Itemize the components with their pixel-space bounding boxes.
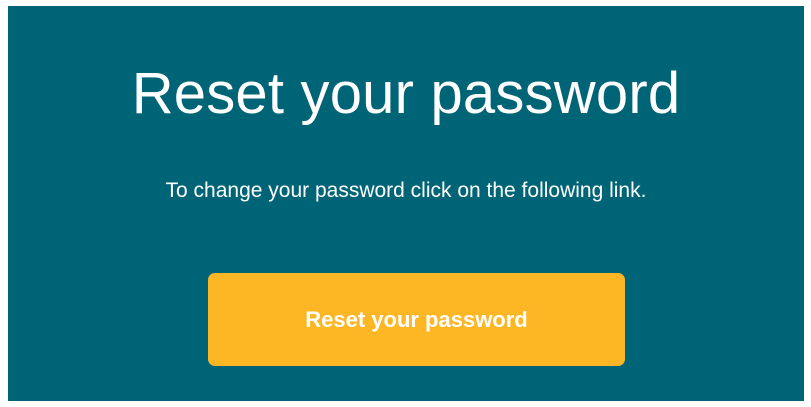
reset-password-button[interactable]: Reset your password [208,273,625,366]
instruction-text: To change your password click on the fol… [165,179,647,202]
page-title: Reset your password [131,61,681,126]
email-panel: Reset your password To change your passw… [8,6,804,401]
